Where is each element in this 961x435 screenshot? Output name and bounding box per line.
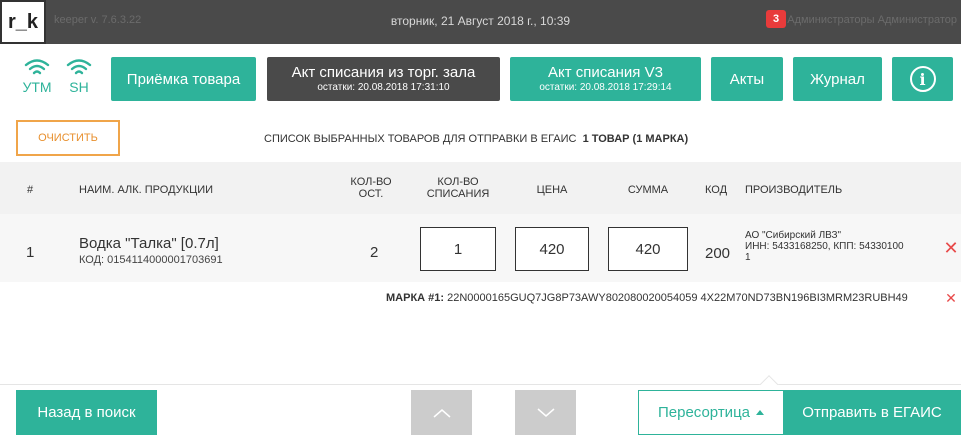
mark-text: МАРКА #1: 22N0000165GUQ7JG8P73AWY8020800…: [386, 292, 908, 304]
delete-row-icon[interactable]: ✕: [943, 239, 959, 257]
caret-up-icon: [756, 410, 764, 415]
akt-torg-button[interactable]: Акт списания из торг. зала остатки: 20.0…: [267, 57, 500, 101]
col-spis: КОЛ-ВО СПИСАНИЯ: [426, 176, 490, 200]
back-to-search-button[interactable]: Назад в поиск: [16, 390, 157, 435]
col-maker: ПРОИЗВОДИТЕЛЬ: [745, 184, 843, 196]
chevron-down-icon: [537, 407, 554, 417]
info-icon: i: [909, 66, 936, 92]
utm-label: УТМ: [22, 79, 52, 95]
sum-input[interactable]: 420: [608, 227, 688, 271]
akty-count-badge: 3: [766, 10, 786, 28]
stock-qty: 2: [370, 244, 379, 261]
writeoff-qty-input[interactable]: 1: [420, 227, 496, 271]
bottom-bar: Назад в поиск Пересортица Отправить в ЕГ…: [0, 385, 961, 435]
price-input[interactable]: 420: [515, 227, 589, 271]
wifi-icon: [24, 59, 50, 75]
col-ost: КОЛ-ВО ОСТ.: [350, 176, 392, 200]
alco-code: 200: [705, 245, 731, 262]
col-price: ЦЕНА: [536, 184, 568, 196]
priemka-button[interactable]: Приёмка товара: [111, 57, 256, 101]
sh-status[interactable]: SH: [62, 58, 96, 95]
scroll-up-button[interactable]: [411, 390, 472, 435]
journal-button[interactable]: Журнал: [793, 57, 882, 101]
main-toolbar: УТМ SH Приёмка товара Акт списания из то…: [0, 10, 961, 120]
title-bar: r_k keeper v. 7.6.3.22 вторник, 21 Авгус…: [0, 0, 961, 44]
clear-button[interactable]: ОЧИСТИТЬ: [16, 120, 120, 156]
delete-mark-icon[interactable]: ✕: [943, 290, 959, 306]
table-row[interactable]: 1 Водка "Талка" [0.7л] КОД: 015411400000…: [0, 214, 961, 282]
list-count: 1 ТОВАР (1 МАРКА): [582, 133, 689, 145]
mark-row: МАРКА #1: 22N0000165GUQ7JG8P73AWY8020800…: [0, 282, 961, 316]
current-user: Администраторы Администратор: [787, 14, 957, 26]
utm-status[interactable]: УТМ: [20, 58, 54, 95]
list-title: СПИСОК ВЫБРАННЫХ ТОВАРОВ ДЛЯ ОТПРАВКИ В …: [264, 133, 689, 145]
sh-label: SH: [69, 79, 89, 95]
wifi-icon: [66, 59, 92, 75]
list-empty-area: [0, 316, 961, 385]
product-code: КОД: 0154114000001703691: [79, 254, 223, 266]
akt-v3-button[interactable]: Акт списания V3 остатки: 20.08.2018 17:2…: [510, 57, 701, 101]
product-name: Водка "Талка" [0.7л]: [79, 235, 219, 252]
chevron-up-icon: [433, 408, 450, 418]
col-sum: СУММА: [627, 184, 669, 196]
producer-info: АО "Сибирский ЛВЗ" ИНН: 5433168250, КПП:…: [745, 230, 904, 263]
scroll-down-button[interactable]: [515, 390, 576, 435]
akty-button[interactable]: Акты: [711, 57, 783, 101]
send-egais-button[interactable]: Отправить в ЕГАИС: [783, 390, 961, 435]
info-button[interactable]: i: [892, 57, 953, 101]
peresort-button[interactable]: Пересортица: [638, 390, 783, 435]
table-header: # НАИМ. АЛК. ПРОДУКЦИИ КОЛ-ВО ОСТ. КОЛ-ВО…: [0, 162, 961, 214]
row-num: 1: [26, 244, 35, 261]
col-name: НАИМ. АЛК. ПРОДУКЦИИ: [79, 184, 214, 196]
col-num: #: [27, 184, 34, 196]
col-kod: КОД: [704, 184, 728, 196]
